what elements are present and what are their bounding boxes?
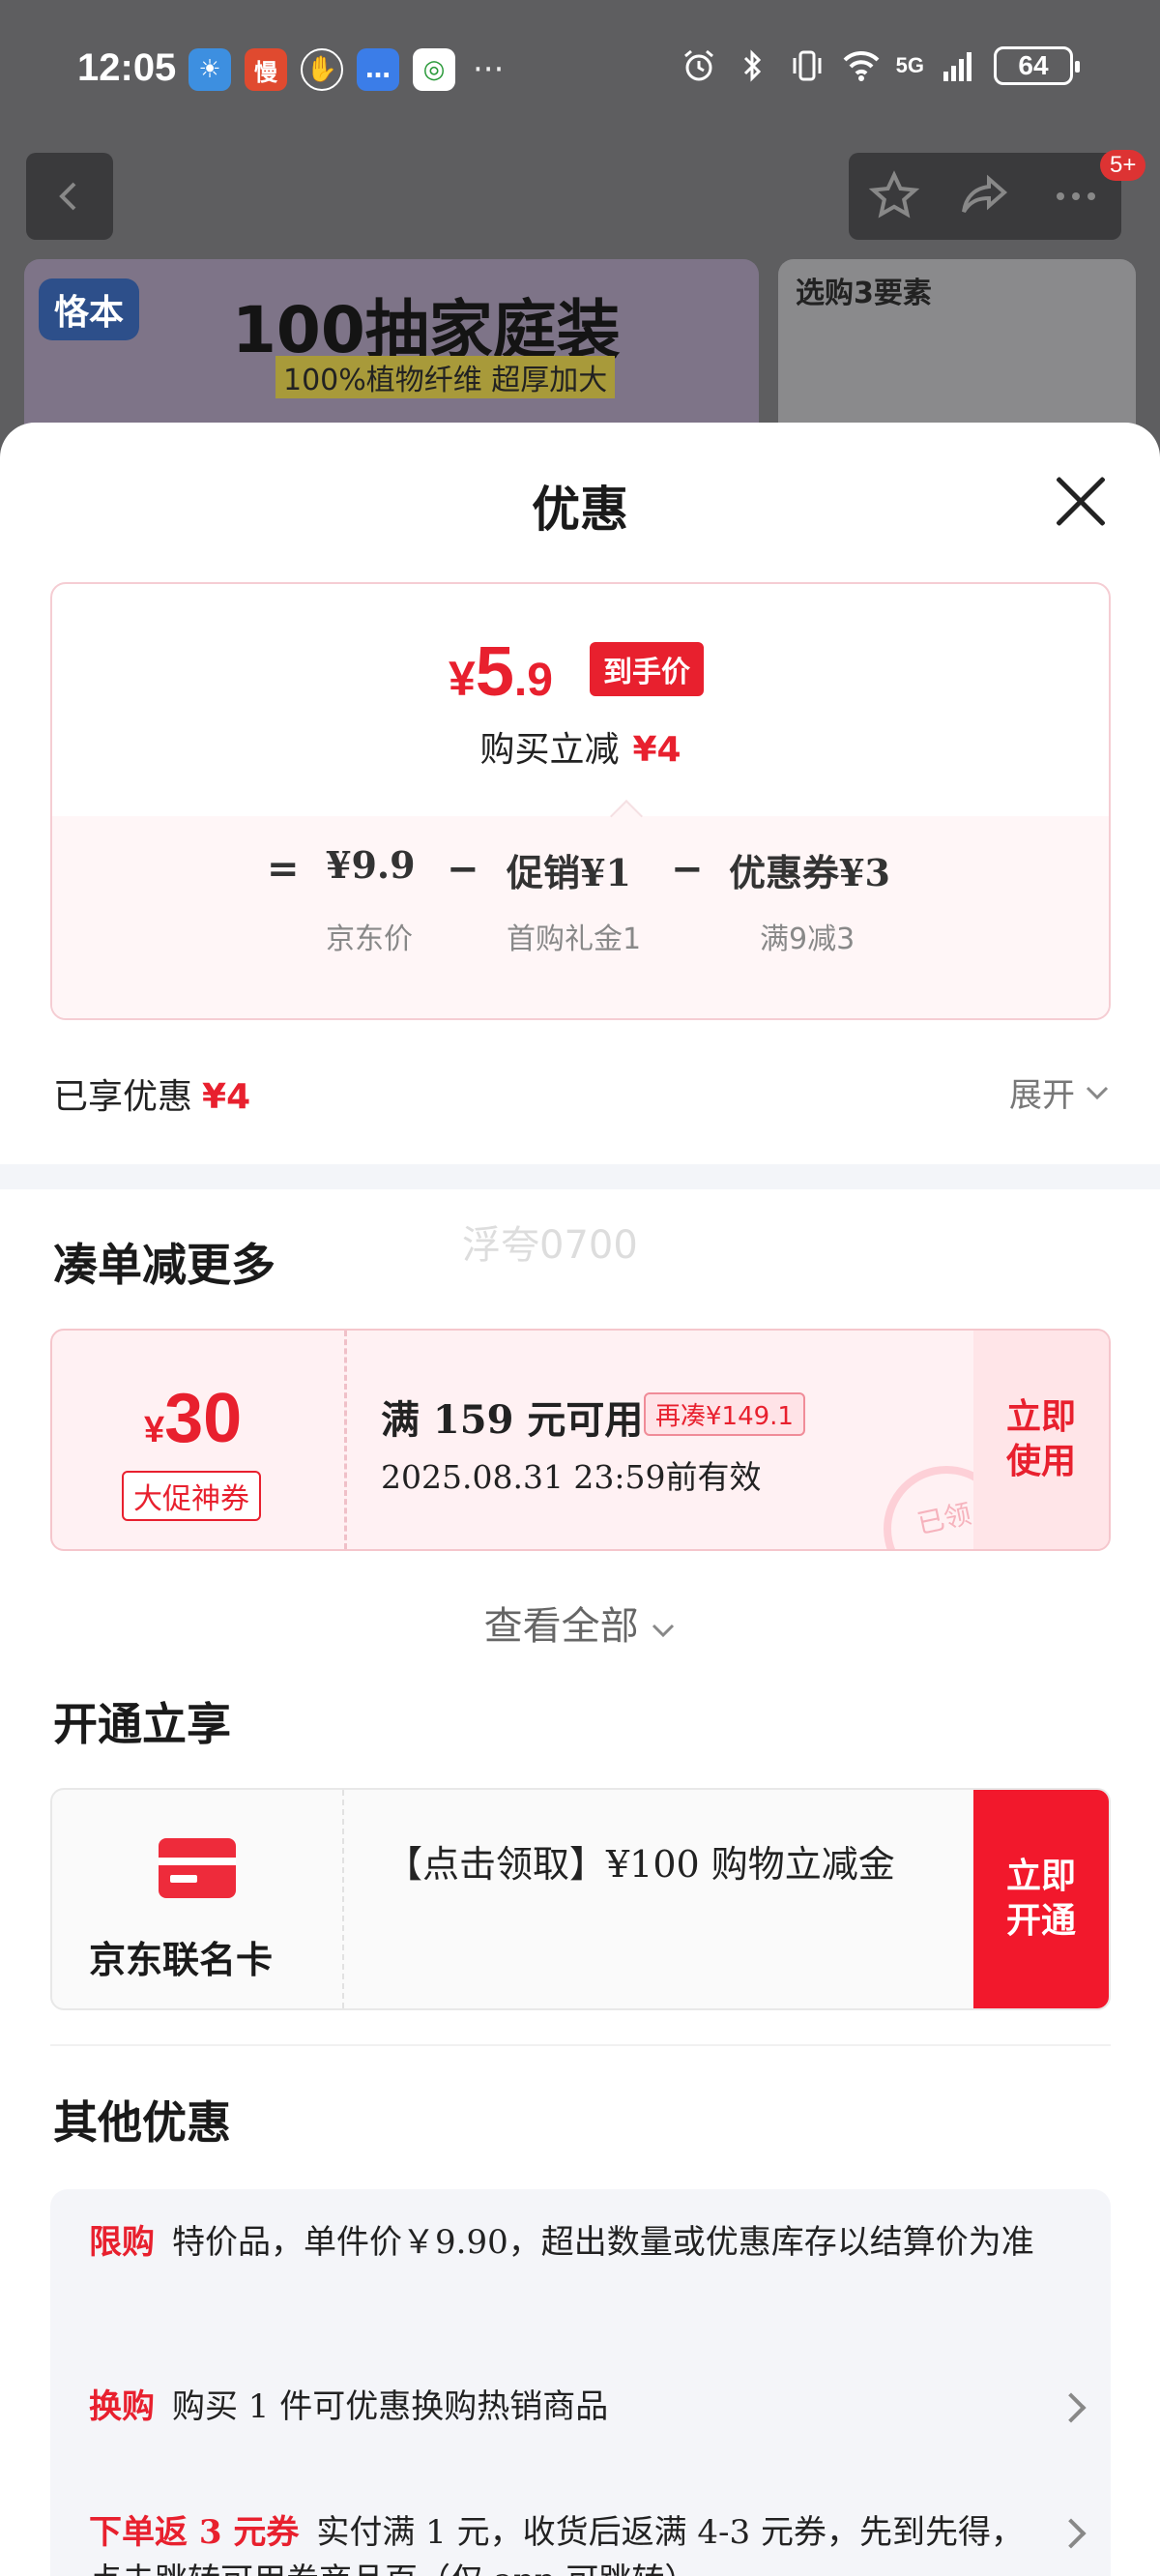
final-price-tag: 到手价 bbox=[590, 642, 704, 696]
discount-description: 特价品，单件价￥9.90，超出数量或优惠库存以结算价为准 bbox=[172, 2223, 1034, 2262]
banner-secondary-title: 选购3要素 bbox=[796, 277, 932, 310]
enjoyed-discount-value: ¥4 bbox=[202, 1077, 251, 1117]
section-separator bbox=[50, 2044, 1111, 2046]
card-benefit-description: 【点击领取】¥100 购物立减金 bbox=[386, 1843, 895, 1886]
list-item[interactable]: 换购 购买 1 件可优惠换购热销商品 bbox=[89, 2383, 1056, 2431]
banner-subtitle: 100%植物纤维 超厚加大 bbox=[276, 356, 616, 398]
coupon-discount-label: 满9减3 bbox=[760, 922, 856, 956]
chevron-right-icon bbox=[1056, 2392, 1087, 2423]
list-item: 限购 特价品，单件价￥9.90，超出数量或优惠库存以结算价为准 bbox=[89, 2218, 1056, 2267]
mobile-icon: ◎ bbox=[413, 48, 455, 91]
final-price-decimal: .9 bbox=[513, 655, 553, 706]
message-icon: … bbox=[357, 48, 399, 91]
network-type: 5G bbox=[895, 53, 924, 77]
view-all-button[interactable]: 查看全部 bbox=[0, 1595, 1160, 1651]
discount-type-label: 限购 bbox=[89, 2223, 155, 2262]
watermark: 浮夸0700 bbox=[462, 1223, 638, 1268]
open-card-button[interactable]: 立即开通 bbox=[973, 1790, 1109, 2008]
price-breakdown-card: ¥ 5 .9 到手价 购买立减 ¥4 = ¥9.9 京东价 − 促销¥1 首购礼金… bbox=[50, 582, 1111, 1020]
equals-sign: = bbox=[267, 847, 300, 892]
alarm-icon bbox=[680, 46, 718, 85]
final-price-integer: 5 bbox=[475, 633, 514, 711]
instant-reduction-value: ¥4 bbox=[632, 730, 682, 770]
discount-sheet: 优惠 ¥ 5 .9 到手价 购买立减 ¥4 = ¥9.9 京东价 − 促销¥1 首… bbox=[0, 423, 1160, 2576]
promo-discount-label: 首购礼金1 bbox=[507, 922, 642, 956]
bluetooth-icon bbox=[734, 46, 772, 85]
open-card-label: 立即开通 bbox=[1005, 1857, 1076, 1941]
message-count-badge: 5+ bbox=[1100, 150, 1146, 181]
brand-logo: 恪本 bbox=[39, 278, 140, 340]
chevron-left-icon bbox=[59, 182, 76, 211]
price-formula: = ¥9.9 京东价 − 促销¥1 首购礼金1 − 优惠券¥3 满9减3 bbox=[52, 816, 1109, 1018]
coupon-divider bbox=[344, 1331, 347, 1549]
weather-icon: ☀ bbox=[188, 48, 231, 91]
enjoyed-discount-label: 已享优惠 bbox=[53, 1077, 193, 1117]
enjoyed-discount: 已享优惠 ¥4 bbox=[53, 1068, 250, 1119]
co-branded-card: 京东联名卡 【点击领取】¥100 购物立减金 立即开通 bbox=[50, 1788, 1111, 2010]
sheet-title: 优惠 bbox=[532, 481, 628, 538]
coupon-card: ¥30 大促神券 满 159 元可用 再凑¥149.1 2025.08.31 2… bbox=[50, 1329, 1111, 1551]
wifi-icon bbox=[842, 46, 881, 85]
card-name: 京东联名卡 bbox=[89, 1938, 274, 1981]
chevron-right-icon bbox=[1056, 2518, 1087, 2549]
credit-card-icon bbox=[159, 1838, 236, 1898]
coupon-remaining-badge: 再凑¥149.1 bbox=[644, 1392, 805, 1436]
coupon-amount-value: 30 bbox=[164, 1380, 243, 1457]
hand-icon: ✋ bbox=[301, 48, 343, 91]
man-icon: 慢 bbox=[245, 48, 287, 91]
nav-actions bbox=[849, 153, 1121, 240]
system-icons: 5G 64 bbox=[680, 46, 1080, 85]
star-icon[interactable] bbox=[867, 169, 921, 223]
chevron-down-icon bbox=[652, 1624, 675, 1638]
minus-sign: − bbox=[447, 847, 479, 892]
minus-sign: − bbox=[671, 847, 704, 892]
discount-description: 购买 1 件可优惠换购热销商品 bbox=[172, 2387, 609, 2426]
expand-label: 展开 bbox=[1009, 1076, 1075, 1115]
chevron-down-icon bbox=[1086, 1086, 1109, 1099]
status-time: 12:05 bbox=[77, 46, 177, 89]
jd-price: ¥9.9 bbox=[326, 843, 416, 887]
other-discount-list: 限购 特价品，单件价￥9.90，超出数量或优惠库存以结算价为准 换购 购买 1 件可… bbox=[50, 2189, 1111, 2576]
final-price: ¥ 5 .9 bbox=[449, 632, 553, 712]
coupon-currency: ¥ bbox=[144, 1410, 165, 1450]
more-notifications-icon: ··· bbox=[473, 50, 505, 89]
card-divider bbox=[342, 1790, 344, 2008]
coupon-expiry: 2025.08.31 23:59前有效 bbox=[381, 1458, 762, 1496]
list-item[interactable]: 下单返 3 元券实付满 1 元，收货后返满 4-3 元券，先到先得，点击跳转可用… bbox=[89, 2508, 1056, 2576]
jd-price-label: 京东价 bbox=[326, 922, 413, 956]
status-bar: 12:05 ☀ 慢 ✋ … ◎ ··· 5G 64 bbox=[0, 0, 1160, 145]
discount-type-label: 下单返 3 元券 bbox=[89, 2513, 300, 2552]
more-icon[interactable] bbox=[1049, 169, 1103, 223]
instant-reduction-label: 购买立减 bbox=[479, 730, 620, 770]
discount-type-label: 换购 bbox=[89, 2387, 155, 2426]
share-icon[interactable] bbox=[958, 169, 1012, 223]
more-discount-title: 凑单减更多 bbox=[53, 1239, 276, 1291]
open-benefit-title: 开通立享 bbox=[53, 1698, 231, 1750]
instant-reduction: 购买立减 ¥4 bbox=[52, 721, 1109, 772]
battery-indicator: 64 bbox=[994, 46, 1080, 85]
view-all-label: 查看全部 bbox=[483, 1604, 639, 1649]
signal-icon bbox=[940, 46, 978, 85]
section-divider bbox=[0, 1164, 1160, 1189]
other-discount-title: 其他优惠 bbox=[53, 2096, 231, 2149]
coupon-amount: ¥30 bbox=[144, 1379, 242, 1458]
vibrate-icon bbox=[788, 46, 826, 85]
final-price-currency: ¥ bbox=[449, 652, 476, 706]
notification-icons: ☀ 慢 ✋ … ◎ ··· bbox=[188, 48, 504, 91]
promo-discount: 促销¥1 bbox=[507, 851, 631, 894]
use-coupon-label: 立即使用 bbox=[1005, 1397, 1076, 1481]
use-coupon-button[interactable]: 立即使用 bbox=[973, 1331, 1109, 1549]
expand-button[interactable]: 展开 bbox=[1009, 1068, 1110, 1116]
coupon-discount: 优惠券¥3 bbox=[729, 851, 890, 894]
coupon-type-tag: 大促神券 bbox=[122, 1471, 261, 1521]
close-icon[interactable] bbox=[1054, 474, 1108, 528]
coupon-condition: 满 159 元可用 bbox=[381, 1397, 644, 1443]
back-button[interactable] bbox=[26, 153, 113, 240]
